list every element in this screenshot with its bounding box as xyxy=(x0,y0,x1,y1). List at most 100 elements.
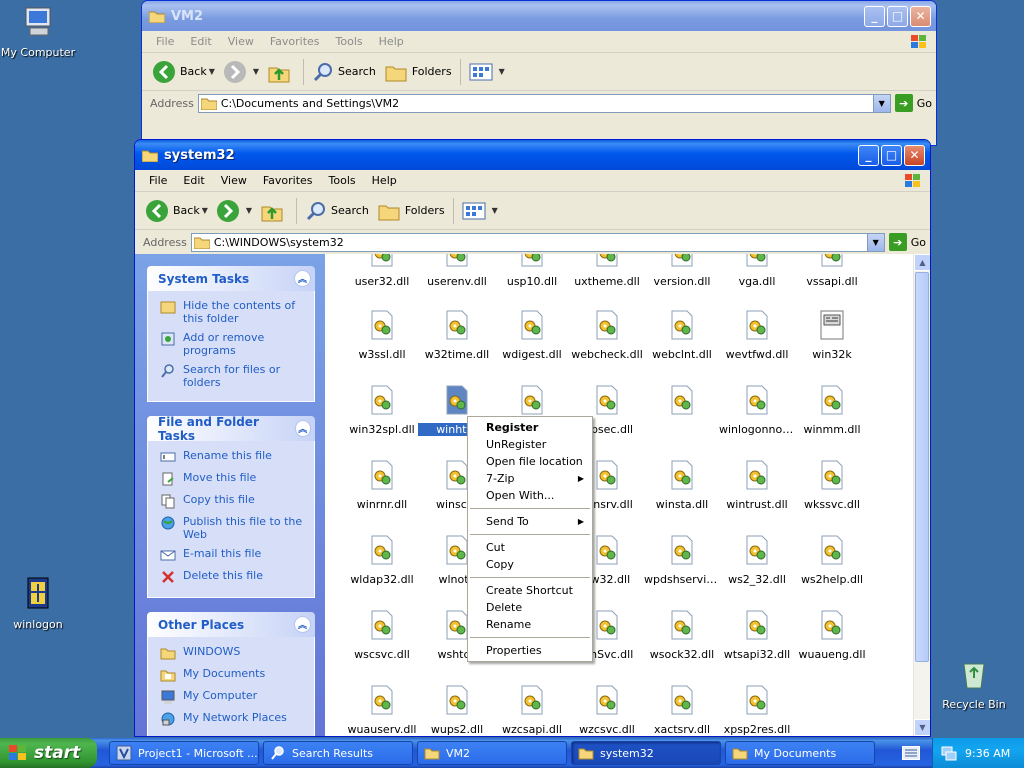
folders-button[interactable]: Folders xyxy=(380,57,456,87)
menu-file[interactable]: File xyxy=(148,35,182,48)
file-item[interactable]: xactsrv.dll xyxy=(643,684,721,736)
scroll-down-arrow-icon[interactable]: ▼ xyxy=(914,719,930,736)
scrollbar-thumb[interactable] xyxy=(915,272,929,662)
go-button[interactable]: ➔ Go xyxy=(894,94,932,112)
file-item[interactable]: wtsapi32.dll xyxy=(718,609,796,661)
up-button[interactable] xyxy=(263,57,299,87)
context-menu-item[interactable]: Cut xyxy=(468,539,592,556)
file-item[interactable]: wkssvc.dll xyxy=(793,459,871,511)
task-search-files[interactable]: Search for files or folders xyxy=(160,363,306,389)
file-item[interactable]: wevtfwd.dll xyxy=(718,309,796,361)
back-button[interactable]: Back ▼ xyxy=(148,57,219,87)
place-my-network-places[interactable]: My Network Places xyxy=(160,711,306,727)
file-item[interactable]: usp10.dll xyxy=(493,254,571,288)
address-input[interactable]: C:\Documents and Settings\VM2 ▼ xyxy=(197,93,891,113)
file-item[interactable]: wpdshservic... xyxy=(643,534,721,586)
collapse-chevron-icon[interactable]: ︽ xyxy=(294,420,311,437)
start-button[interactable]: start xyxy=(0,738,97,768)
file-item[interactable]: w3ssl.dll xyxy=(343,309,421,361)
file-item[interactable]: wups2.dll xyxy=(418,684,496,736)
context-menu-item[interactable]: 7-Zip ▶ xyxy=(468,470,592,487)
system32-titlebar[interactable]: system32 _ □ ✕ xyxy=(135,140,930,170)
file-item[interactable]: winmm.dll xyxy=(793,384,871,436)
menu-tools[interactable]: Tools xyxy=(328,35,371,48)
context-menu-item[interactable]: Properties xyxy=(468,642,592,659)
vm2-titlebar[interactable]: VM2 _ □ ✕ xyxy=(142,1,936,31)
back-button[interactable]: Back ▼ xyxy=(141,196,212,226)
place-windows[interactable]: WINDOWS xyxy=(160,645,306,661)
network-tray-icon[interactable] xyxy=(941,745,957,761)
file-item[interactable]: wzcsapi.dll xyxy=(493,684,571,736)
task-email-file[interactable]: E-mail this file xyxy=(160,547,306,563)
forward-button[interactable]: ▼ xyxy=(212,196,256,226)
desktop-icon-recycle-bin[interactable]: Recycle Bin xyxy=(936,656,1012,711)
file-item[interactable]: user32.dll xyxy=(343,254,421,288)
context-menu-item[interactable]: UnRegister xyxy=(468,436,592,453)
collapse-chevron-icon[interactable]: ︽ xyxy=(294,616,311,633)
file-item[interactable]: version.dll xyxy=(643,254,721,288)
close-button[interactable]: ✕ xyxy=(910,5,931,27)
context-menu-item[interactable]: Delete xyxy=(468,599,592,616)
views-button[interactable]: ▼ xyxy=(465,57,509,87)
menu-file[interactable]: File xyxy=(141,174,175,187)
task-rename-file[interactable]: Rename this file xyxy=(160,449,306,465)
file-item[interactable]: wdigest.dll xyxy=(493,309,571,361)
file-item[interactable]: winlogonnot... xyxy=(718,384,796,436)
place-my-documents[interactable]: My Documents xyxy=(160,667,306,683)
views-button[interactable]: ▼ xyxy=(458,196,502,226)
file-item[interactable]: webclnt.dll xyxy=(643,309,721,361)
file-item[interactable]: wscsvc.dll xyxy=(343,609,421,661)
taskbar-button-system32[interactable]: system32 xyxy=(571,741,721,765)
menu-favorites[interactable]: Favorites xyxy=(262,35,328,48)
forward-button[interactable]: ▼ xyxy=(219,57,263,87)
context-menu-item[interactable]: Register xyxy=(468,419,592,436)
menu-view[interactable]: View xyxy=(220,35,262,48)
taskbar-button-my-documents[interactable]: My Documents xyxy=(725,741,875,765)
context-menu-item[interactable]: Create Shortcut xyxy=(468,582,592,599)
file-item[interactable]: wuaueng.dll xyxy=(793,609,871,661)
address-dropdown-button[interactable]: ▼ xyxy=(866,233,884,251)
context-menu-item[interactable]: Copy xyxy=(468,556,592,573)
close-button[interactable]: ✕ xyxy=(904,144,925,166)
file-item[interactable]: wzcsvc.dll xyxy=(568,684,646,736)
menu-edit[interactable]: Edit xyxy=(175,174,212,187)
file-item[interactable]: winrnr.dll xyxy=(343,459,421,511)
taskbar-button-vm2[interactable]: VM2 xyxy=(417,741,567,765)
minimize-button[interactable]: _ xyxy=(858,144,879,166)
place-my-computer[interactable]: My Computer xyxy=(160,689,306,705)
file-item[interactable]: win32spl.dll xyxy=(343,384,421,436)
search-button[interactable]: Search xyxy=(308,57,380,87)
file-item[interactable]: win32k xyxy=(793,309,871,361)
file-item[interactable]: ws2_32.dll xyxy=(718,534,796,586)
menu-help[interactable]: Help xyxy=(371,35,412,48)
task-copy-file[interactable]: Copy this file xyxy=(160,493,306,509)
maximize-button[interactable]: □ xyxy=(887,5,908,27)
file-item[interactable]: vga.dll xyxy=(718,254,796,288)
vertical-scrollbar[interactable]: ▲ ▼ xyxy=(913,254,930,736)
go-button[interactable]: ➔ Go xyxy=(888,233,926,251)
file-item[interactable]: wldap32.dll xyxy=(343,534,421,586)
desktop-icon-winlogon[interactable]: winlogon xyxy=(0,576,76,631)
file-item[interactable]: w32time.dll xyxy=(418,309,496,361)
address-input[interactable]: C:\WINDOWS\system32 ▼ xyxy=(190,232,885,252)
keyboard-layout-icon[interactable] xyxy=(902,746,920,760)
file-item[interactable]: vssapi.dll xyxy=(793,254,871,288)
task-add-remove-programs[interactable]: Add or remove programs xyxy=(160,331,306,357)
file-list-view[interactable]: user32.dll userenv.dll usp10.dll uxtheme.dl… xyxy=(325,254,930,736)
file-item[interactable]: wsock32.dll xyxy=(643,609,721,661)
task-move-file[interactable]: Move this file xyxy=(160,471,306,487)
collapse-chevron-icon[interactable]: ︽ xyxy=(294,270,311,287)
menu-favorites[interactable]: Favorites xyxy=(255,174,321,187)
file-item[interactable]: webcheck.dll xyxy=(568,309,646,361)
search-button[interactable]: Search xyxy=(301,196,373,226)
menu-edit[interactable]: Edit xyxy=(182,35,219,48)
file-item[interactable] xyxy=(643,384,721,423)
clock[interactable]: 9:36 AM xyxy=(965,747,1010,760)
file-item[interactable]: userenv.dll xyxy=(418,254,496,288)
taskbar-button-project1[interactable]: Project1 - Microsoft ... xyxy=(109,741,259,765)
file-item[interactable]: winsta.dll xyxy=(643,459,721,511)
menu-view[interactable]: View xyxy=(213,174,255,187)
address-dropdown-button[interactable]: ▼ xyxy=(872,94,890,112)
minimize-button[interactable]: _ xyxy=(864,5,885,27)
file-item[interactable]: uxtheme.dll xyxy=(568,254,646,288)
